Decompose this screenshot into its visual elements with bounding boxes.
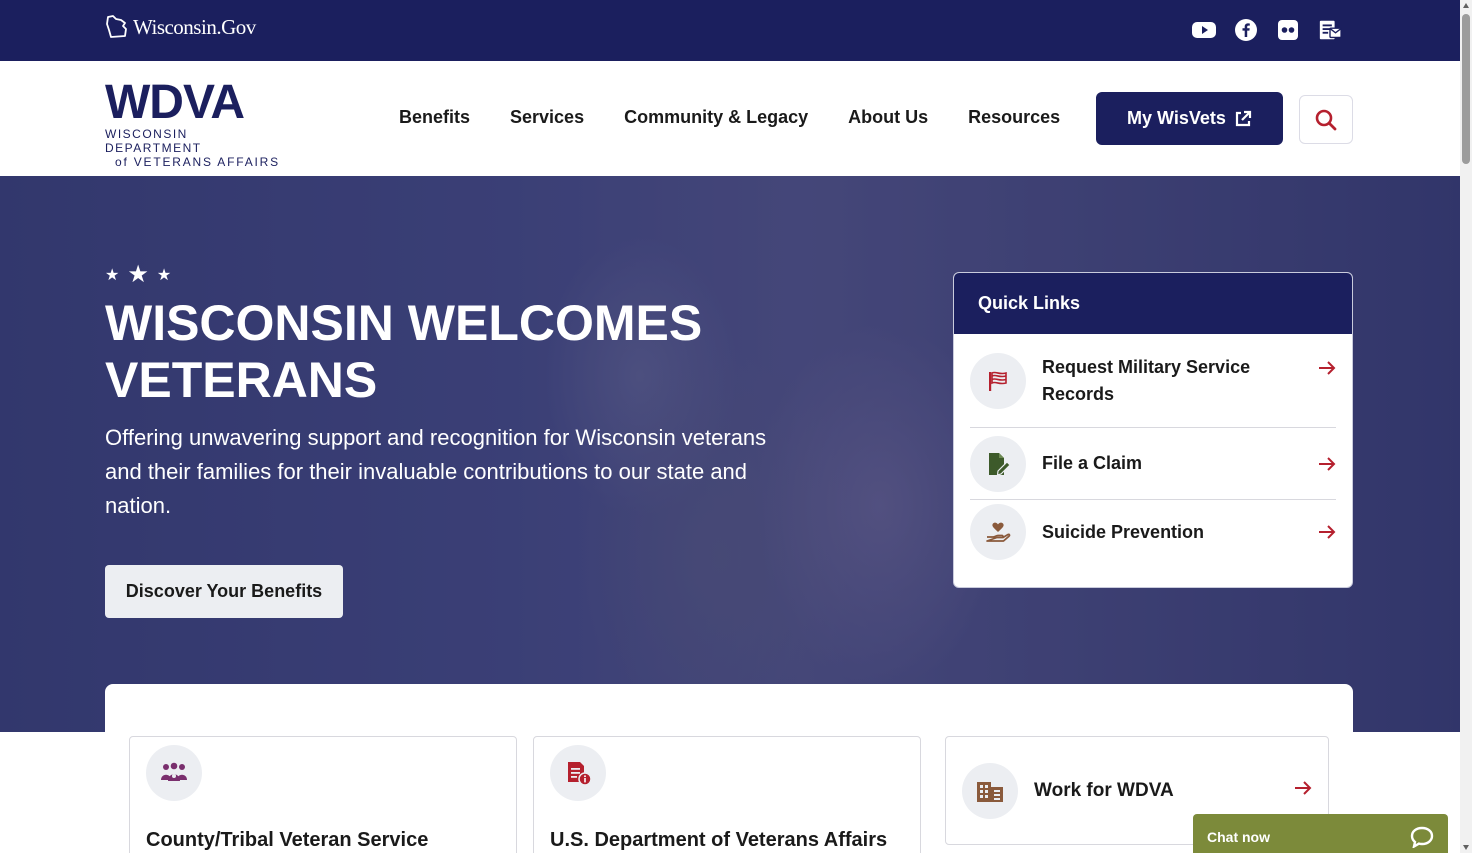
- quick-links-title: Quick Links: [954, 273, 1352, 334]
- flickr-icon[interactable]: [1276, 18, 1300, 42]
- nav-item-benefits[interactable]: Benefits: [399, 107, 470, 128]
- social-links: [1192, 18, 1342, 42]
- stars-decoration: ★ ★ ★: [105, 260, 795, 289]
- top-utility-bar: Wisconsin.Gov: [0, 0, 1460, 61]
- arrow-right-icon: [1316, 360, 1336, 376]
- arrow-right-icon: [1316, 456, 1336, 472]
- my-wisvets-label: My WisVets: [1127, 108, 1226, 128]
- youtube-icon[interactable]: [1192, 18, 1216, 42]
- discover-benefits-button[interactable]: Discover Your Benefits: [105, 565, 343, 618]
- logo-mark: WDVA: [105, 76, 245, 129]
- card-title: U.S. Department of Veterans Affairs: [550, 829, 888, 851]
- nav-item-resources[interactable]: Resources: [968, 107, 1060, 128]
- main-nav: Benefits Services Community & Legacy Abo…: [399, 107, 1060, 128]
- card-title: County/Tribal Veteran Service: [146, 829, 429, 851]
- hero-content: ★ ★ ★ WISCONSIN WELCOMES VETERANS Offeri…: [105, 260, 795, 618]
- my-wisvets-button[interactable]: My WisVets: [1096, 92, 1283, 145]
- quick-link-file-claim[interactable]: File a Claim: [970, 428, 1336, 500]
- star-icon: ★: [105, 266, 120, 284]
- scroll-up-arrow-icon[interactable]: [1463, 3, 1469, 8]
- document-info-icon: [550, 745, 606, 801]
- quick-link-label: Request Military Service Records: [1042, 356, 1251, 404]
- quick-link-label: Suicide Prevention: [1042, 521, 1205, 542]
- file-edit-icon: [970, 435, 1026, 492]
- site-header: WDVA WISCONSIN DEPARTMENT of VETERANS AF…: [0, 61, 1460, 176]
- chat-now-button[interactable]: Chat now: [1193, 814, 1448, 853]
- chat-label: Chat now: [1207, 828, 1270, 845]
- wdva-logo[interactable]: WDVA WISCONSIN DEPARTMENT of VETERANS AF…: [105, 76, 280, 170]
- nav-item-about-us[interactable]: About Us: [848, 107, 928, 128]
- wisconsin-gov-link[interactable]: Wisconsin.Gov: [105, 14, 256, 40]
- arrow-right-icon: [1294, 780, 1312, 801]
- scrollbar-thumb[interactable]: [1462, 14, 1470, 164]
- quick-link-suicide-prevention[interactable]: Suicide Prevention: [970, 500, 1336, 564]
- quick-links-panel: Quick Links Request Military Service Rec…: [953, 272, 1353, 588]
- wisconsin-state-icon: [106, 15, 127, 38]
- hero-title: WISCONSIN WELCOMES VETERANS: [105, 295, 703, 408]
- quick-links-list: Request Military Service Records File a …: [954, 334, 1352, 564]
- scroll-down-arrow-icon[interactable]: [1463, 845, 1469, 850]
- quick-link-military-records[interactable]: Request Military Service Records: [970, 334, 1336, 428]
- nav-item-services[interactable]: Services: [510, 107, 584, 128]
- newsletter-icon[interactable]: [1318, 18, 1342, 42]
- facebook-icon[interactable]: [1234, 18, 1258, 42]
- page-scrollbar[interactable]: [1460, 0, 1472, 853]
- building-icon: [962, 762, 1018, 819]
- flag-icon: [970, 352, 1026, 409]
- star-icon: ★: [127, 261, 149, 288]
- card-title: Work for WDVA: [1034, 779, 1174, 801]
- external-link-icon: [1235, 110, 1252, 126]
- people-group-icon: [146, 745, 202, 801]
- star-icon: ★: [156, 266, 172, 284]
- wisconsin-gov-label: Wisconsin.Gov: [133, 14, 256, 39]
- chat-bubble-icon: [1410, 826, 1434, 848]
- card-us-dept-va[interactable]: U.S. Department of Veterans Affairs: [533, 736, 921, 853]
- arrow-right-icon: [1316, 524, 1336, 540]
- logo-line-1: WISCONSIN DEPARTMENT: [105, 127, 202, 155]
- quick-link-label: File a Claim: [1042, 453, 1143, 473]
- hero-subtitle: Offering unwavering support and recognit…: [105, 425, 767, 518]
- nav-item-community-legacy[interactable]: Community & Legacy: [624, 107, 808, 128]
- logo-line-2: of VETERANS AFFAIRS: [115, 155, 280, 169]
- hand-heart-icon: [970, 504, 1026, 560]
- search-icon: [1315, 109, 1337, 130]
- search-button[interactable]: [1299, 95, 1353, 144]
- card-county-tribal[interactable]: County/Tribal Veteran Service: [129, 736, 517, 853]
